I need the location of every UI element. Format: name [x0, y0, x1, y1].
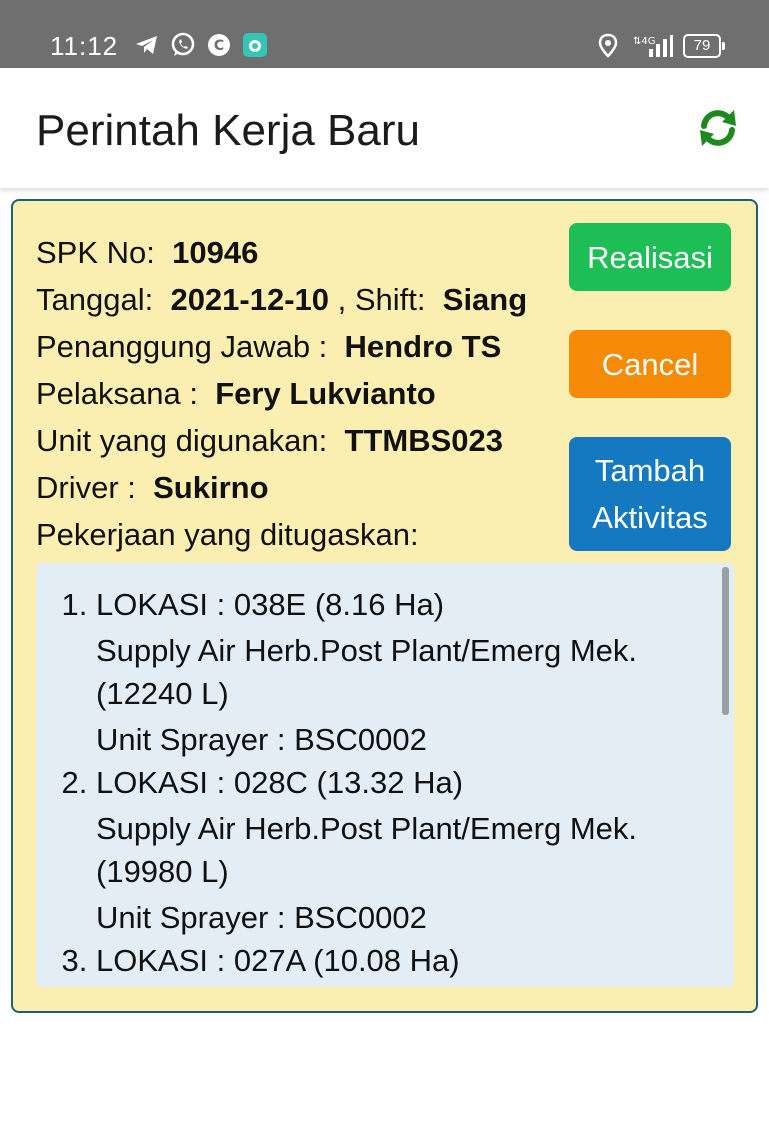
- camera-app-icon: [242, 32, 268, 58]
- task-location: LOKASI : 028C (13.32 Ha): [96, 765, 464, 800]
- pekerjaan-label: Pekerjaan yang ditugaskan:: [36, 517, 419, 552]
- location-icon: [597, 33, 623, 59]
- page-title: Perintah Kerja Baru: [36, 106, 420, 155]
- driver-row: Driver : Sukirno: [36, 464, 527, 511]
- list-item: LOKASI : 027A (10.08 Ha): [96, 939, 734, 982]
- task-list-scrollbar[interactable]: [722, 567, 729, 715]
- unit-row: Unit yang digunakan: TTMBS023: [36, 417, 527, 464]
- telegram-icon: [134, 32, 160, 58]
- spk-row: SPK No: 10946: [36, 229, 527, 276]
- shift-label: , Shift:: [337, 282, 426, 317]
- unit-label: Unit yang digunakan:: [36, 423, 328, 458]
- penanggung-value: Hendro TS: [344, 329, 502, 364]
- tambah-label-line1: Tambah: [594, 453, 706, 488]
- list-item: LOKASI : 028C (13.32 Ha) Supply Air Herb…: [96, 761, 734, 939]
- task-description: Supply Air Herb.Post Plant/Emerg Mek. (1…: [96, 633, 638, 711]
- pelaksana-label: Pelaksana :: [36, 376, 198, 411]
- driver-label: Driver :: [36, 470, 136, 505]
- notification-icons: C: [134, 32, 268, 58]
- pelaksana-value: Fery Lukvianto: [215, 376, 436, 411]
- c-app-icon: C: [206, 32, 232, 58]
- status-bar: 11:12 C ⇅4G 79: [0, 0, 769, 68]
- unit-value: TTMBS023: [344, 423, 503, 458]
- task-description: Supply Air Herb.Post Plant/Emerg Mek. (1…: [96, 811, 638, 889]
- penanggung-label: Penanggung Jawab :: [36, 329, 328, 364]
- task-unit: Unit Sprayer : BSC0002: [96, 900, 427, 935]
- app-bar: Perintah Kerja Baru: [0, 68, 769, 188]
- shift-value: Siang: [442, 282, 528, 317]
- tambah-label-line2: Aktivitas: [592, 500, 708, 535]
- tanggal-label: Tanggal:: [36, 282, 154, 317]
- work-order-info: SPK No: 10946 Tanggal: 2021-12-10 , Shif…: [36, 229, 527, 558]
- system-icons: ⇅4G 79: [597, 33, 725, 59]
- cancel-button[interactable]: Cancel: [569, 330, 731, 398]
- work-order-card: SPK No: 10946 Tanggal: 2021-12-10 , Shif…: [11, 199, 758, 1013]
- tanggal-row: Tanggal: 2021-12-10 , Shift: Siang: [36, 276, 527, 323]
- signal-4g-icon: ⇅4G: [633, 33, 673, 59]
- driver-value: Sukirno: [153, 470, 269, 505]
- penanggung-row: Penanggung Jawab : Hendro TS: [36, 323, 527, 370]
- refresh-icon[interactable]: [696, 106, 740, 150]
- battery-indicator: 79: [683, 34, 725, 58]
- spk-label: SPK No:: [36, 235, 155, 270]
- svg-text:⇅4G: ⇅4G: [633, 36, 656, 47]
- pelaksana-row: Pelaksana : Fery Lukvianto: [36, 370, 527, 417]
- pekerjaan-row: Pekerjaan yang ditugaskan:: [36, 511, 527, 558]
- task-unit: Unit Sprayer : BSC0002: [96, 722, 427, 757]
- list-item: LOKASI : 038E (8.16 Ha) Supply Air Herb.…: [96, 583, 734, 761]
- tanggal-value: 2021-12-10: [170, 282, 330, 317]
- status-time: 11:12: [50, 31, 119, 61]
- task-location: LOKASI : 038E (8.16 Ha): [96, 587, 445, 622]
- task-list[interactable]: LOKASI : 038E (8.16 Ha) Supply Air Herb.…: [36, 563, 734, 987]
- whatsapp-icon: [170, 32, 196, 58]
- task-location: LOKASI : 027A (10.08 Ha): [96, 943, 460, 978]
- realisasi-button[interactable]: Realisasi: [569, 223, 731, 291]
- svg-text:C: C: [214, 38, 224, 54]
- tambah-aktivitas-button[interactable]: Tambah Aktivitas: [569, 437, 731, 551]
- spk-value: 10946: [172, 235, 259, 270]
